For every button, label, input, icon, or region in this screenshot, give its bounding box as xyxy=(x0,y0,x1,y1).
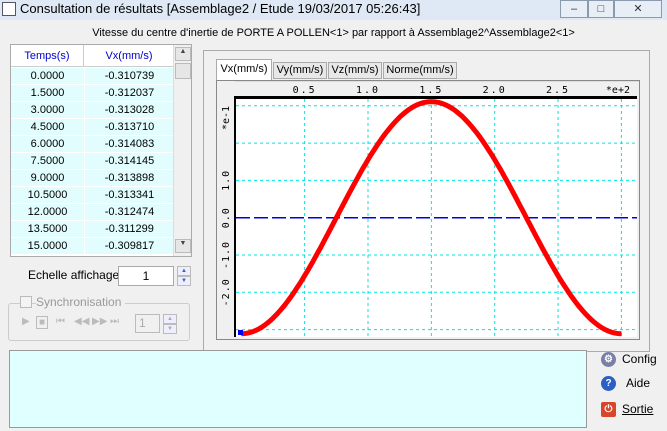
sortie-button[interactable]: ⏻ Sortie xyxy=(601,402,654,418)
aide-button[interactable]: ? Aide xyxy=(601,376,651,392)
config-button[interactable]: ⚙ Config xyxy=(601,352,657,368)
help-icon: ? xyxy=(601,376,616,392)
config-label: Config xyxy=(622,352,657,366)
plot-area[interactable] xyxy=(234,96,637,337)
message-box[interactable] xyxy=(9,350,587,428)
x-multiplier: *e+2 xyxy=(606,85,630,96)
x-tick-label: 2.5 xyxy=(546,85,570,96)
x-tick-label: 2.0 xyxy=(483,85,507,96)
x-tick-label: 1.0 xyxy=(356,85,380,96)
y-tick-label: 1.0 xyxy=(221,170,232,191)
x-tick-label: 1.5 xyxy=(419,85,443,96)
sortie-label: Sortie xyxy=(622,402,654,416)
aide-label: Aide xyxy=(626,376,651,390)
power-icon: ⏻ xyxy=(601,402,616,418)
y-tick-label: -2.0 xyxy=(221,278,232,306)
y-tick-label: 0.0 xyxy=(221,207,232,228)
x-tick-label: 0.5 xyxy=(293,85,317,96)
gear-icon: ⚙ xyxy=(601,352,616,368)
y-multiplier: *e-1 xyxy=(221,106,232,130)
y-tick-label: -1.0 xyxy=(221,241,232,269)
